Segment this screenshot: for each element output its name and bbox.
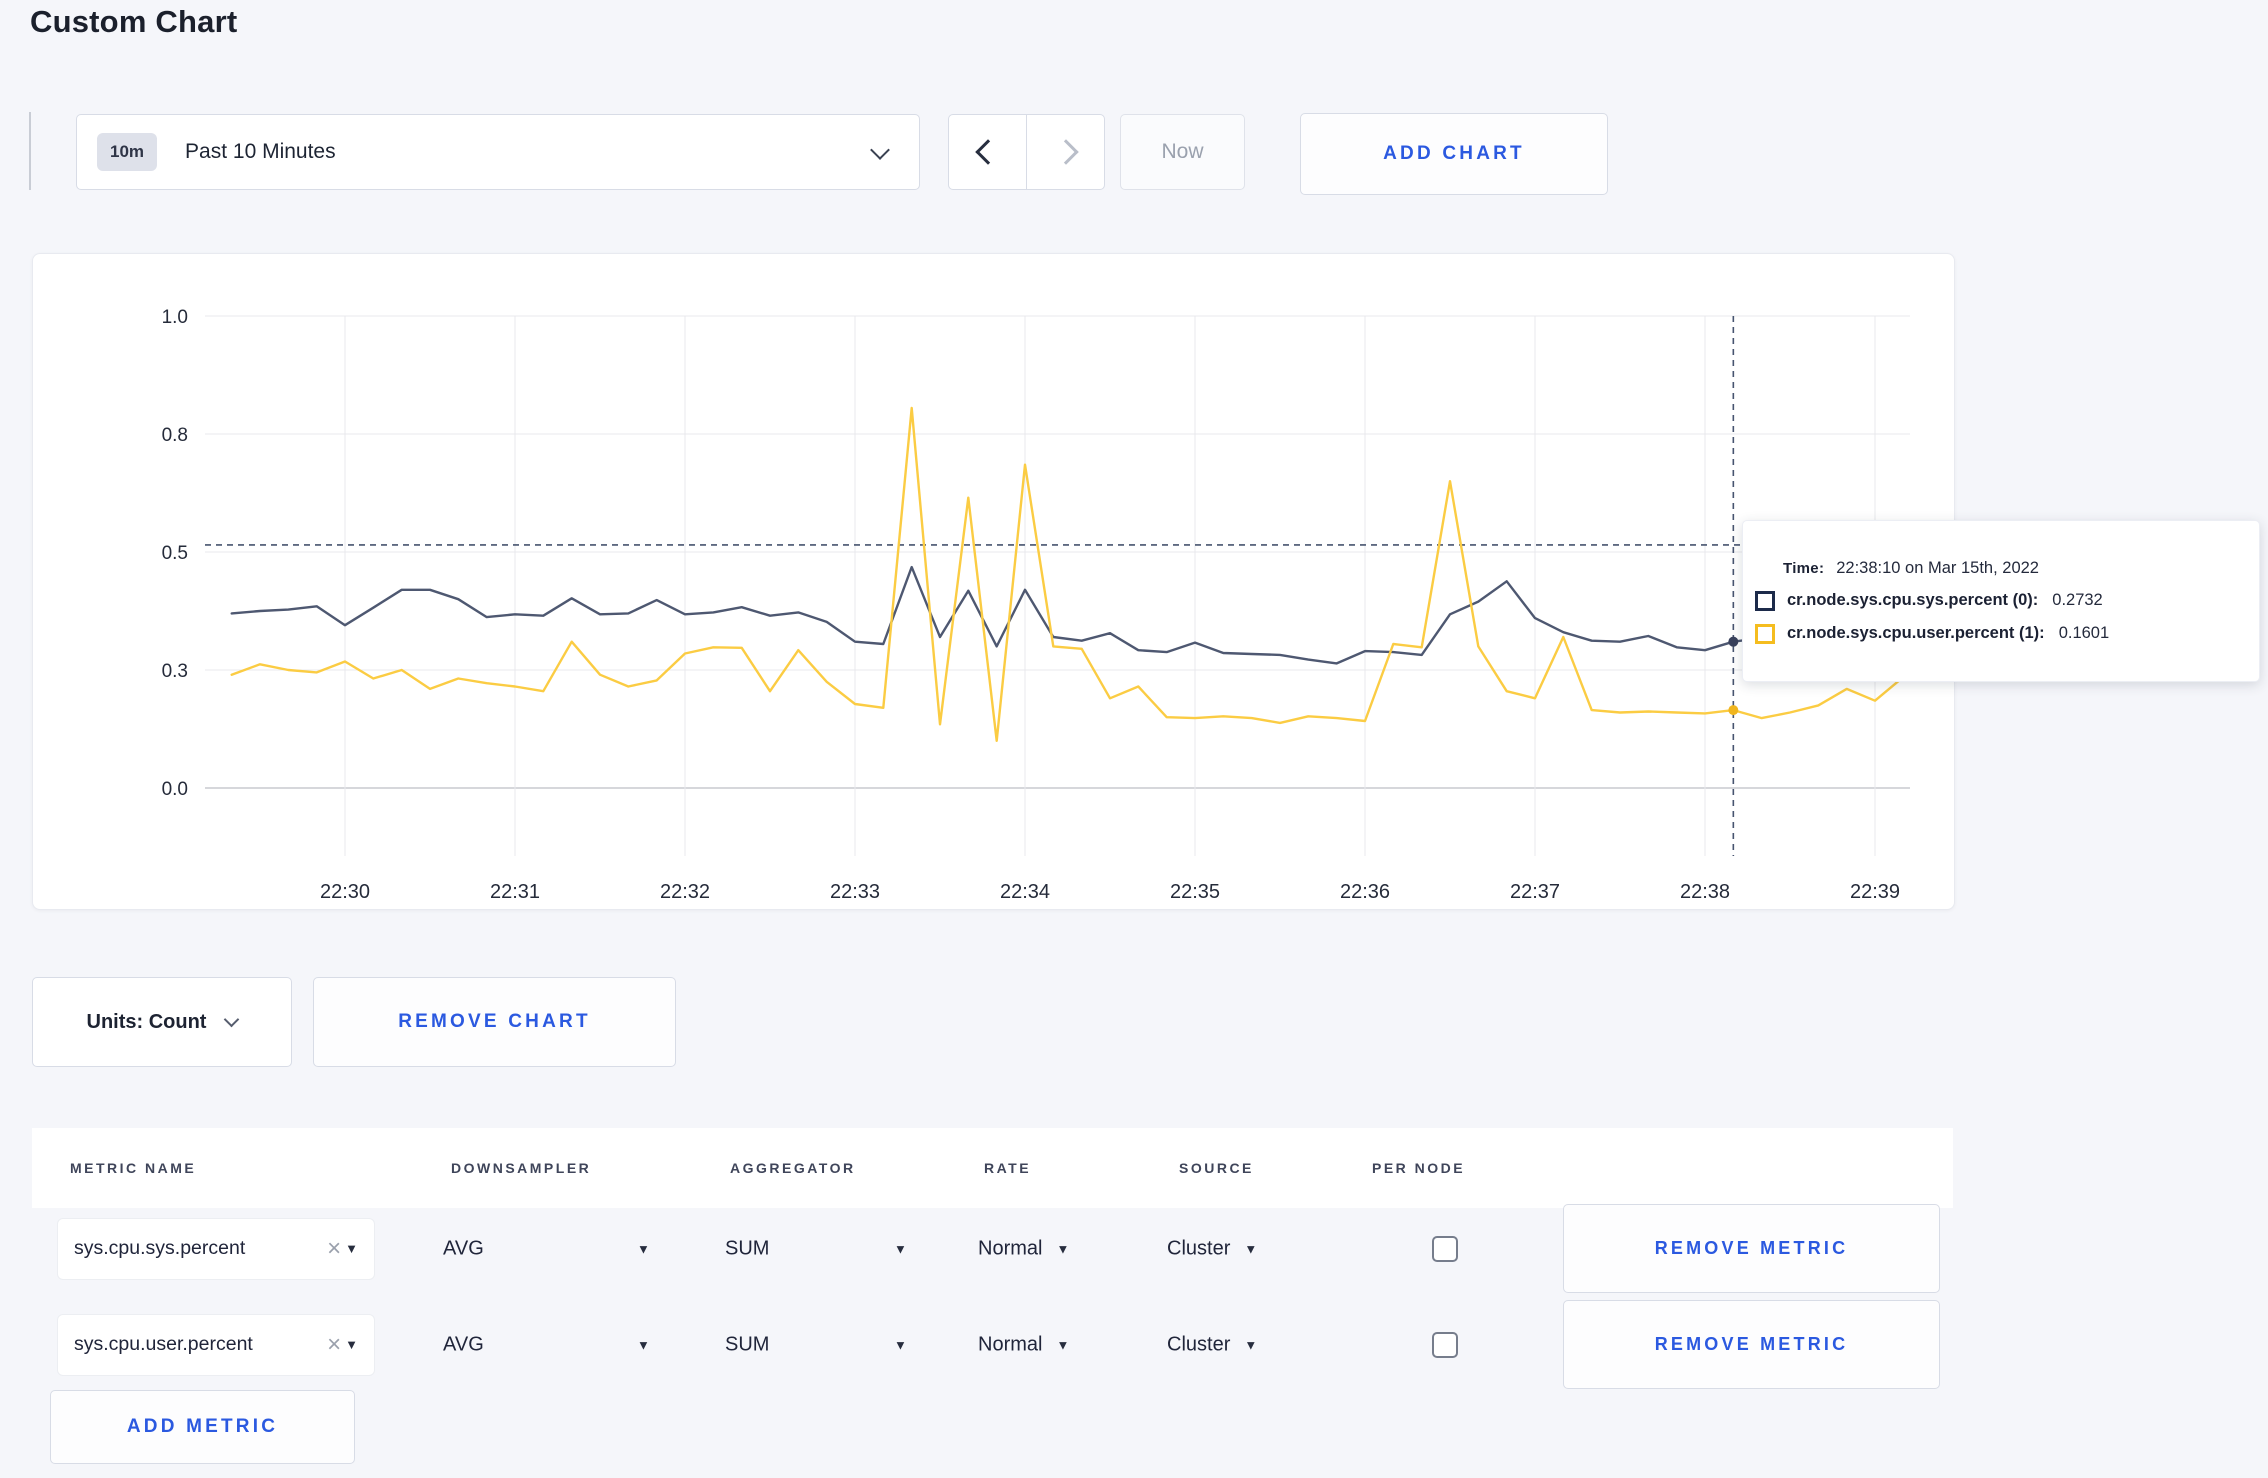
- add-metric-button[interactable]: ADD METRIC: [50, 1390, 355, 1464]
- col-header-source: SOURCE: [1179, 1160, 1254, 1176]
- dropdown-arrow-icon: ▼: [637, 1241, 650, 1256]
- x-axis-tick-label: 22:31: [490, 881, 540, 903]
- page-title: Custom Chart: [30, 4, 238, 39]
- chevron-down-icon: [224, 1011, 240, 1027]
- x-axis-tick-label: 22:32: [660, 881, 710, 903]
- toolbar-divider: [29, 112, 31, 190]
- chevron-right-icon: [1052, 139, 1079, 165]
- time-range-badge: 10m: [97, 133, 158, 171]
- dropdown-arrow-icon: ▼: [1244, 1337, 1258, 1352]
- add-chart-button[interactable]: ADD CHART: [1300, 113, 1608, 195]
- time-range-label: Past 10 Minutes: [185, 140, 336, 163]
- tooltip-time-label: Time:: [1783, 559, 1825, 577]
- dropdown-arrow-icon: ▼: [345, 1337, 358, 1352]
- y-axis-tick-label: 0.5: [162, 543, 188, 564]
- source-value: Cluster: [1167, 1333, 1231, 1355]
- tooltip-metric-label: cr.node.sys.cpu.sys.percent (0):: [1787, 591, 2039, 609]
- chart-tooltip: Time: 22:38:10 on Mar 15th, 2022 cr.node…: [1742, 520, 2260, 682]
- y-axis-tick-label: 0.3: [162, 661, 188, 682]
- x-axis-tick-label: 22:37: [1510, 881, 1560, 903]
- dropdown-arrow-icon: ▼: [1056, 1337, 1070, 1352]
- series-line-cr.node.sys.cpu.sys.percent: [230, 565, 1905, 665]
- x-axis-tick-label: 22:30: [320, 881, 370, 903]
- x-axis-tick-label: 22:34: [1000, 881, 1050, 903]
- series-swatch-icon: [1755, 590, 1775, 611]
- col-header-aggregator: AGGREGATOR: [730, 1160, 856, 1176]
- chart-card: 1.0 0.8 0.5 0.3 0.0 22:30 22:31 22:32 22:33 22:34…: [32, 253, 1955, 910]
- clear-metric-icon[interactable]: ×: [327, 1236, 341, 1261]
- y-axis-tick-label: 0.8: [162, 425, 188, 446]
- metric-name-dropdown[interactable]: sys.cpu.sys.percent × ▼: [57, 1217, 375, 1280]
- dropdown-arrow-icon: ▼: [637, 1337, 650, 1352]
- chevron-down-icon: [870, 140, 890, 160]
- col-header-rate: RATE: [984, 1160, 1032, 1176]
- tooltip-metric-value: 0.2732: [2052, 591, 2103, 609]
- source-dropdown[interactable]: Cluster ▼: [1167, 1237, 1257, 1260]
- x-axis-tick-label: 22:33: [830, 881, 880, 903]
- remove-metric-button[interactable]: REMOVE METRIC: [1563, 1204, 1940, 1293]
- x-axis-tick-label: 22:35: [1170, 881, 1220, 903]
- time-range-dropdown[interactable]: 10m Past 10 Minutes: [76, 114, 920, 190]
- downsampler-select-value[interactable]: AVG: [443, 1333, 484, 1356]
- metric-table-row: sys.cpu.user.percent × ▼ AVG ▼ SUM ▼ Normal ▼ Clu…: [32, 1298, 1953, 1391]
- metric-name-value: sys.cpu.sys.percent: [74, 1237, 246, 1259]
- dropdown-arrow-icon: ▼: [345, 1241, 358, 1256]
- now-button[interactable]: Now: [1120, 114, 1245, 190]
- col-header-metric-name: METRIC NAME: [70, 1160, 197, 1176]
- tooltip-metric-row: cr.node.sys.cpu.user.percent (1): 0.1601: [1743, 623, 2259, 644]
- x-axis-tick-label: 22:39: [1850, 881, 1900, 903]
- y-axis-tick-label: 0.0: [162, 779, 188, 800]
- dropdown-arrow-icon: ▼: [894, 1337, 907, 1352]
- col-header-per-node: PER NODE: [1372, 1160, 1466, 1176]
- clear-metric-icon[interactable]: ×: [327, 1332, 341, 1357]
- remove-metric-button[interactable]: REMOVE METRIC: [1563, 1300, 1940, 1389]
- time-nav-buttons: [948, 114, 1105, 190]
- col-header-downsampler: DOWNSAMPLER: [451, 1160, 592, 1176]
- metric-name-value: sys.cpu.user.percent: [74, 1333, 253, 1355]
- hover-dot-cr.node.sys.cpu.sys.percent: [1728, 636, 1739, 647]
- metrics-table-header: METRIC NAME DOWNSAMPLER AGGREGATOR RATE SOUR…: [32, 1128, 1953, 1208]
- metric-name-dropdown[interactable]: sys.cpu.user.percent × ▼: [57, 1313, 375, 1376]
- downsampler-select-value[interactable]: AVG: [443, 1237, 484, 1260]
- x-axis-tick-label: 22:38: [1680, 881, 1730, 903]
- units-dropdown-label: Units: Count: [86, 1010, 207, 1033]
- cpu-percent-line-chart[interactable]: 1.0 0.8 0.5 0.3 0.0 22:30 22:31 22:32 22:33 22:34…: [33, 254, 1954, 909]
- source-value: Cluster: [1167, 1237, 1231, 1259]
- tooltip-metric-row: cr.node.sys.cpu.sys.percent (0): 0.2732: [1743, 590, 2259, 611]
- aggregator-select-value[interactable]: SUM: [725, 1237, 769, 1260]
- series-swatch-icon: [1755, 623, 1775, 644]
- custom-chart-page: Custom Chart 10m Past 10 Minutes Now ADD…: [0, 0, 2268, 1478]
- tooltip-metric-value: 0.1601: [2058, 624, 2110, 642]
- x-axis-tick-label: 22:36: [1340, 881, 1390, 903]
- series-line-cr.node.sys.cpu.user.percent: [230, 406, 1905, 742]
- remove-chart-button[interactable]: REMOVE CHART: [313, 977, 676, 1067]
- tooltip-time-row: Time: 22:38:10 on Mar 15th, 2022: [1743, 559, 2259, 578]
- dropdown-arrow-icon: ▼: [894, 1241, 907, 1256]
- prev-time-button[interactable]: [949, 115, 1027, 189]
- hover-dot-cr.node.sys.cpu.user.percent: [1728, 705, 1739, 716]
- tooltip-time-value: 22:38:10 on Mar 15th, 2022: [1836, 558, 2039, 577]
- source-dropdown[interactable]: Cluster ▼: [1167, 1333, 1257, 1356]
- dropdown-arrow-icon: ▼: [1244, 1241, 1258, 1256]
- dropdown-arrow-icon: ▼: [1056, 1241, 1070, 1256]
- per-node-checkbox[interactable]: [1432, 1331, 1458, 1358]
- units-dropdown[interactable]: Units: Count: [32, 977, 292, 1067]
- tooltip-metric-label: cr.node.sys.cpu.user.percent (1):: [1787, 624, 2045, 642]
- rate-value: Normal: [978, 1237, 1043, 1259]
- y-axis-tick-label: 1.0: [162, 307, 188, 328]
- per-node-checkbox[interactable]: [1432, 1235, 1458, 1262]
- metric-table-row: sys.cpu.sys.percent × ▼ AVG ▼ SUM ▼ Normal ▼ Clus…: [32, 1202, 1953, 1295]
- rate-dropdown[interactable]: Normal ▼: [978, 1237, 1069, 1260]
- rate-dropdown[interactable]: Normal ▼: [978, 1333, 1069, 1356]
- aggregator-select-value[interactable]: SUM: [725, 1333, 769, 1356]
- chevron-left-icon: [974, 139, 1001, 165]
- rate-value: Normal: [978, 1333, 1043, 1355]
- next-time-button[interactable]: [1027, 115, 1104, 189]
